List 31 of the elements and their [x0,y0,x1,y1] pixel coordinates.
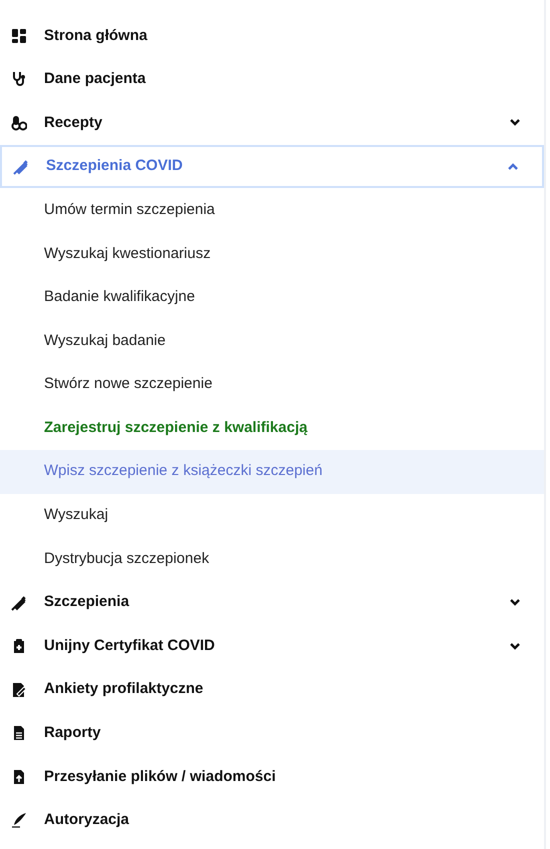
menu-item[interactable]: Unijny Certyfikat COVID [0,624,544,668]
menu-item[interactable]: Szczepienia [0,580,544,624]
file-upload-icon [11,768,27,785]
menu-item[interactable]: Recepty [0,101,544,145]
menu-item[interactable]: Raporty [0,712,544,756]
chevron-down-icon [510,599,520,606]
menu-item[interactable]: Szczepienia COVID [0,144,544,188]
menu-item[interactable]: Ankiety profilaktyczne [0,668,544,712]
submenu-item[interactable]: Dystrybucja szczepionek [0,537,544,581]
submenu-item[interactable]: Badanie kwalifikacyjne [0,276,544,320]
chevron-down-icon [510,119,520,126]
chevron-up-icon [508,163,518,170]
submenu-item[interactable]: Zarejestruj szczepienie z kwalifikacją [0,406,544,450]
chevron-down-icon [510,642,520,650]
feather-icon [11,812,27,828]
submenu-item[interactable]: Umów termin szczepienia [0,188,544,232]
menu-item[interactable]: Dane pacjenta [0,58,544,102]
clipboard-icon [11,638,27,654]
submenu-item[interactable]: Wyszukaj badanie [0,319,544,363]
document-icon [11,725,27,742]
signed-document-icon [11,682,27,698]
submenu-item[interactable]: Wyszukaj [0,494,544,538]
pills-icon [11,114,27,131]
menu-item[interactable]: Autoryzacja [0,798,544,842]
stethoscope-icon [11,71,27,88]
menu-item[interactable]: Strona główna [0,14,544,58]
menu-item[interactable]: Przesyłanie plików / wiadomości [0,755,544,799]
submenu-item[interactable]: Wpisz szczepienie z książeczki szczepień [0,450,544,494]
submenu-item[interactable]: Stwórz nowe szczepienie [0,362,544,406]
submenu-item[interactable]: Wyszukaj kwestionariusz [0,232,544,276]
grid-icon [11,28,27,44]
